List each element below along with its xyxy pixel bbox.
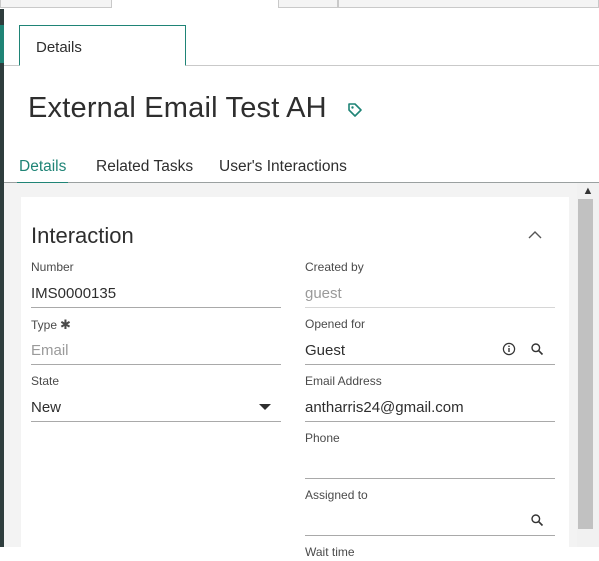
chevron-up-icon[interactable] <box>527 227 543 243</box>
created-by-value: guest <box>305 285 342 302</box>
created-by-field: Created by guest <box>305 260 555 308</box>
email-address-field: Email Address antharris24@gmail.com <box>305 374 555 422</box>
opened-for-field: Opened for Guest <box>305 317 555 365</box>
info-icon[interactable] <box>502 342 516 356</box>
number-value: IMS0000135 <box>31 285 117 302</box>
scrollbar-thumb[interactable] <box>578 199 593 529</box>
type-placeholder: Email <box>31 342 69 359</box>
assigned-to-field: Assigned to <box>305 488 555 536</box>
opened-for-value: Guest <box>305 342 346 359</box>
tab-related-tasks[interactable]: Related Tasks <box>96 158 193 176</box>
assigned-to-input[interactable] <box>305 504 555 536</box>
opened-for-input[interactable]: Guest <box>305 333 555 365</box>
required-icon: ✱ <box>60 317 71 332</box>
search-icon[interactable] <box>530 342 544 356</box>
search-icon[interactable] <box>530 513 544 527</box>
phone-field: Phone <box>305 431 555 479</box>
record-tabs: Details Related Tasks User's Interaction… <box>4 150 599 185</box>
assigned-to-label: Assigned to <box>305 488 368 502</box>
phone-input[interactable] <box>305 447 555 479</box>
number-field: Number IMS0000135 <box>31 260 281 308</box>
scroll-up-icon[interactable]: ▲ <box>577 185 599 199</box>
state-select[interactable]: New <box>31 390 281 422</box>
email-address-value: antharris24@gmail.com <box>305 399 464 416</box>
browser-tab[interactable] <box>338 0 599 8</box>
section-title: Interaction <box>31 223 134 248</box>
tab-users-interactions[interactable]: User's Interactions <box>219 158 347 176</box>
workspace-tab-label: Details <box>36 39 82 56</box>
state-value: New <box>31 399 62 416</box>
type-field: Type ✱ Email <box>31 317 281 365</box>
wait-time-label: Wait time <box>305 545 355 559</box>
tab-details[interactable]: Details <box>16 158 69 185</box>
number-input[interactable]: IMS0000135 <box>31 276 281 308</box>
browser-tab[interactable] <box>278 0 338 8</box>
vertical-scrollbar[interactable]: ▲ <box>577 183 599 547</box>
form-scroll-area: Interaction Number IMS0000135 Type ✱ Emai… <box>4 183 577 559</box>
email-address-label: Email Address <box>305 374 382 388</box>
type-label: Type <box>31 318 58 332</box>
tag-icon[interactable] <box>346 101 364 119</box>
created-by-input: guest <box>305 276 555 308</box>
workspace-tab-bar: Details <box>4 25 599 66</box>
browser-tab[interactable] <box>0 0 112 8</box>
caret-down-icon[interactable] <box>259 404 271 410</box>
type-input[interactable]: Email <box>31 333 281 365</box>
wait-time-field: Wait time <box>305 545 555 561</box>
email-address-input[interactable]: antharris24@gmail.com <box>305 390 555 422</box>
created-by-label: Created by <box>305 260 364 274</box>
interaction-panel: Interaction Number IMS0000135 Type ✱ Emai… <box>21 197 569 559</box>
workspace-tab-details[interactable]: Details <box>19 25 186 66</box>
phone-label: Phone <box>305 431 340 445</box>
opened-for-label: Opened for <box>305 317 366 331</box>
state-label: State <box>31 374 60 388</box>
top-tab-strip <box>0 0 599 9</box>
number-label: Number <box>31 260 74 274</box>
state-field: State New <box>31 374 281 422</box>
record-title: External Email Test AH <box>28 92 327 124</box>
